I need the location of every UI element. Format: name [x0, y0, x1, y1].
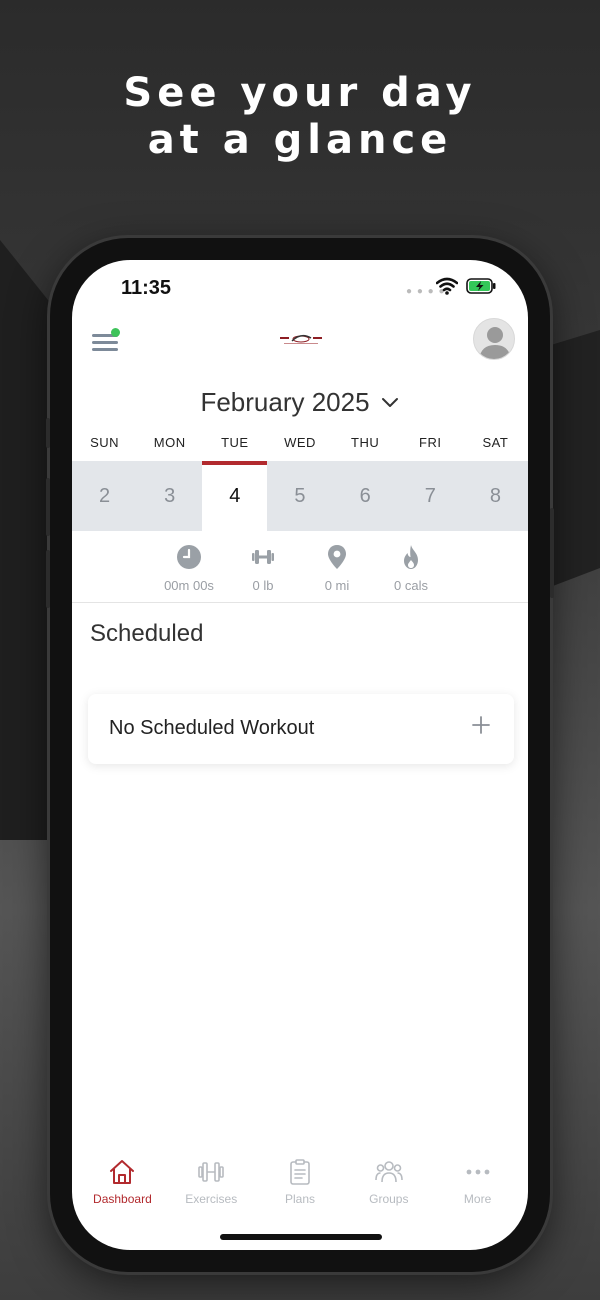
weekday-label: THU — [351, 435, 380, 450]
phone-mute-switch — [46, 418, 50, 448]
weekday-label: FRI — [419, 435, 442, 450]
dumbbell-icon — [252, 550, 274, 564]
daily-stats: 00m 00s 0 lb 0 mi 0 cals — [152, 544, 448, 604]
tab-label: Plans — [284, 1192, 315, 1206]
agewell-logo-icon — [280, 334, 322, 344]
date-cell[interactable]: 2 — [72, 461, 137, 531]
status-time: 11:35 — [121, 277, 172, 299]
phone-power-button — [550, 508, 554, 598]
no-scheduled-workout-label: No Scheduled Workout — [109, 717, 315, 739]
headline-line-1: See your day — [123, 70, 477, 116]
date-strip: 2 3 4 5 6 7 8 — [72, 461, 528, 531]
scheduled-workout-card[interactable]: No Scheduled Workout — [88, 694, 514, 764]
date-cell[interactable]: 8 — [463, 461, 528, 531]
stat-calories: 0 cals — [374, 544, 448, 604]
stat-distance-value: 0 mi — [324, 578, 350, 593]
scheduled-title: Scheduled — [90, 620, 204, 647]
wifi-icon — [436, 277, 458, 295]
weekday-header: SUN MON TUE WED THU FRI SAT — [72, 435, 528, 457]
stat-duration-value: 00m 00s — [164, 578, 214, 593]
more-dots-icon — [466, 1169, 489, 1175]
date-cell[interactable]: 4 — [202, 461, 268, 531]
battery-charging-icon — [466, 278, 496, 294]
tab-label: Exercises — [185, 1192, 238, 1206]
tab-exercises[interactable]: Exercises — [167, 1158, 256, 1222]
bottom-tab-bar: Dashboard Exercises Plans Groups More — [72, 1158, 528, 1222]
tab-groups[interactable]: Groups — [344, 1158, 433, 1222]
clock-icon — [177, 545, 201, 569]
tab-label: More — [463, 1192, 492, 1206]
phone-volume-up — [46, 478, 50, 536]
stat-weight: 0 lb — [226, 544, 300, 604]
date-cell[interactable]: 7 — [398, 461, 463, 531]
promo-headline: See your day at a glance — [0, 70, 600, 164]
notification-dot — [111, 328, 120, 337]
user-avatar-icon[interactable] — [473, 318, 515, 360]
location-pin-icon — [328, 545, 346, 569]
date-cell[interactable]: 6 — [333, 461, 398, 531]
date-cell[interactable]: 5 — [267, 461, 332, 531]
home-indicator — [220, 1234, 382, 1240]
plus-icon[interactable] — [472, 716, 490, 734]
stat-weight-value: 0 lb — [252, 578, 274, 593]
tab-more[interactable]: More — [433, 1158, 522, 1222]
status-bar: 11:35 ● ● ● ● — [72, 260, 528, 316]
group-icon — [374, 1161, 403, 1183]
stat-calories-value: 0 cals — [394, 578, 428, 593]
tab-plans[interactable]: Plans — [256, 1158, 345, 1222]
phone-screen: 11:35 ● ● ● ● February 2025 SUN MON TUE … — [72, 260, 528, 1250]
stat-distance: 0 mi — [300, 544, 374, 604]
flame-icon — [404, 545, 418, 569]
stats-divider — [72, 602, 528, 603]
weekday-label: SUN — [90, 435, 120, 450]
chevron-down-icon — [381, 398, 398, 407]
tab-dashboard[interactable]: Dashboard — [78, 1158, 167, 1222]
month-selector[interactable]: February 2025 — [72, 384, 528, 420]
stat-duration: 00m 00s — [152, 544, 226, 604]
hamburger-menu-icon[interactable] — [92, 328, 120, 352]
home-icon — [110, 1160, 135, 1184]
clipboard-icon — [290, 1159, 310, 1185]
weekday-label: MON — [153, 435, 186, 450]
phone-volume-down — [46, 550, 50, 608]
month-label: February 2025 — [200, 386, 370, 417]
date-cell[interactable]: 3 — [137, 461, 202, 531]
dumbbell-icon — [198, 1162, 224, 1182]
weekday-label: TUE — [221, 435, 249, 450]
weekday-label: WED — [284, 435, 316, 450]
weekday-label: SAT — [482, 435, 509, 450]
tab-label: Groups — [369, 1192, 409, 1206]
headline-line-2: at a glance — [147, 117, 453, 163]
app-header — [72, 316, 528, 376]
tab-label: Dashboard — [93, 1192, 152, 1206]
